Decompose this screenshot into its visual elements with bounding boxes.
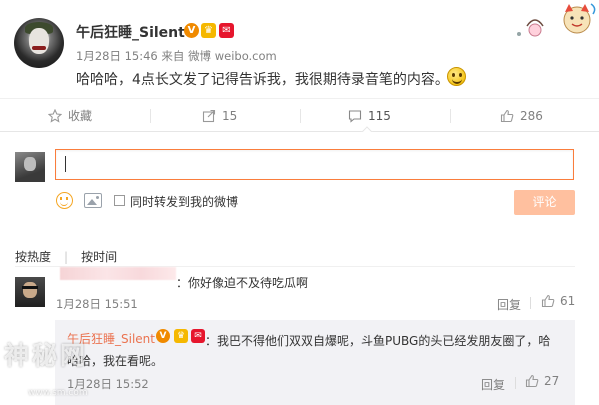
star-icon (48, 109, 62, 123)
vip-crown-icon[interactable]: ♛ (174, 329, 188, 343)
comment-reply-button[interactable]: 回复 (497, 296, 521, 313)
comment-reply-block: 午后狂睡_Silent V ♛ ✉ ：我巴不得他们双双自爆呢，斗鱼PUBG的头已… (55, 320, 575, 405)
reply-like-count: 27 (544, 374, 560, 388)
comment-section: 同时转发到我的微博 评论 按热度 | 按时间 ：你好像迫不及待吃瓜啊 1月28日 1… (0, 132, 599, 405)
weibo-post: 午后狂睡_Silent V ♛ ✉ 1月28日 15:46 来自 微博 weib… (0, 0, 599, 98)
verified-badge-icon[interactable]: V (156, 329, 170, 343)
avatar-face (29, 28, 49, 54)
site-watermark-url: www.sm.com (28, 388, 88, 398)
post-time[interactable]: 1月28日 15:46 (76, 49, 158, 63)
decorative-cartoon-icon (517, 3, 596, 37)
forward-count: 15 (222, 109, 238, 123)
vip-crown-icon[interactable]: ♛ (201, 23, 216, 38)
avatar-mouth (32, 46, 46, 50)
also-forward-checkbox[interactable] (114, 195, 125, 206)
comment-time: 1月28日 15:51 (56, 297, 138, 311)
comment-input[interactable] (55, 149, 574, 180)
sort-by-hot-tab[interactable]: 按热度 (15, 250, 51, 264)
comment-text: ：你好像迫不及待吃瓜啊 (176, 276, 309, 290)
emoji-picker-icon[interactable] (56, 192, 73, 209)
favorite-button[interactable]: 收藏 (48, 99, 92, 133)
comment-icon (348, 110, 362, 123)
sort-by-time-tab[interactable]: 按时间 (81, 250, 117, 264)
comment-like-button[interactable]: 61 (541, 294, 575, 308)
comment-like-count: 61 (560, 294, 576, 308)
member-badge-icon[interactable]: ✉ (191, 329, 205, 343)
post-author-avatar[interactable] (14, 18, 64, 68)
source-prefix: 来自 (161, 49, 185, 63)
verified-badge-icon[interactable]: V (184, 23, 199, 38)
like-button[interactable]: 286 (500, 99, 543, 133)
commenter-name-redacted[interactable] (60, 267, 176, 280)
thumbs-up-icon (525, 374, 539, 388)
text-caret (65, 156, 66, 172)
comment-sort-tabs: 按热度 | 按时间 (15, 248, 130, 265)
post-source[interactable]: 微博 weibo.com (188, 49, 277, 63)
post-username[interactable]: 午后狂睡_Silent (76, 22, 185, 42)
also-forward-label[interactable]: 同时转发到我的微博 (130, 193, 238, 210)
commenter-avatar[interactable] (15, 277, 45, 307)
like-count: 286 (520, 109, 543, 123)
insert-image-icon[interactable] (84, 193, 102, 208)
reply-action-divider (515, 377, 516, 389)
action-divider (450, 109, 451, 123)
smile-emoji-icon (447, 67, 466, 86)
post-meta: 1月28日 15:46 来自 微博 weibo.com (76, 48, 277, 64)
site-watermark: 神秘网 (4, 341, 89, 370)
reply-like-button[interactable]: 27 (525, 374, 559, 388)
thumbs-up-icon (541, 294, 555, 308)
favorite-label: 收藏 (68, 109, 93, 123)
action-divider (150, 109, 151, 123)
forward-button[interactable]: 15 (202, 99, 237, 133)
reply-text-line1: ：我巴不得他们双双自爆呢，斗鱼PUBG的头已经发朋友圈了，哈 (205, 334, 551, 348)
forward-icon (202, 109, 216, 123)
reply-reply-button[interactable]: 回复 (481, 376, 505, 393)
action-divider (300, 109, 301, 123)
sort-divider: | (64, 250, 69, 264)
submit-comment-button[interactable]: 评论 (514, 190, 575, 215)
current-user-avatar[interactable] (15, 152, 45, 182)
comment-action-divider (530, 297, 531, 309)
post-text: 哈哈哈，4点长文发了记得告诉我，我很期待录音笔的内容。 (76, 72, 449, 88)
comment-count: 115 (368, 109, 391, 123)
post-action-bar: 收藏 15 115 286 (0, 98, 599, 132)
member-badge-icon[interactable]: ✉ (219, 23, 234, 38)
thumbs-up-icon (500, 109, 514, 123)
